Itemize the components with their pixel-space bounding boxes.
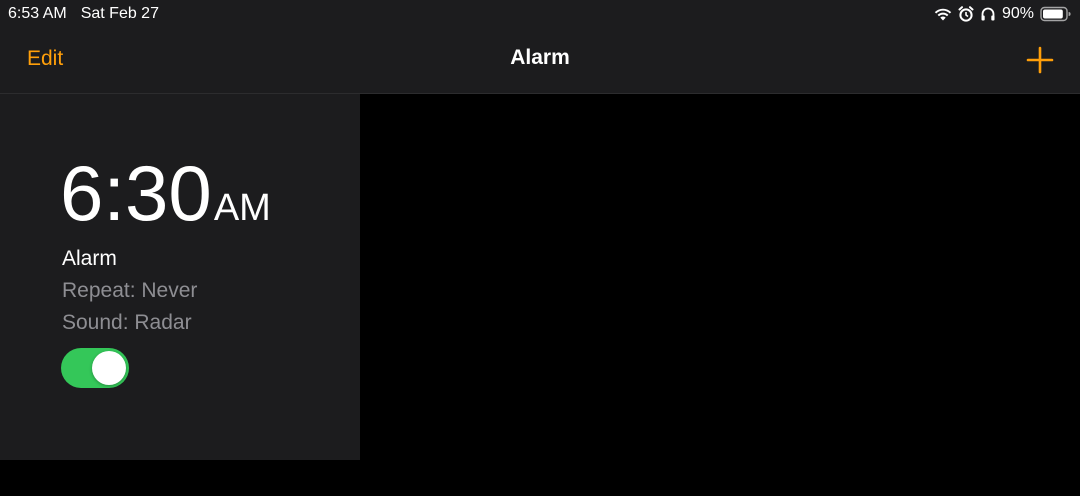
status-bar: 6:53 AM Sat Feb 27 90%: [0, 0, 1080, 28]
headphones-icon: [980, 6, 996, 22]
alarm-card[interactable]: 6:30 AM Alarm Repeat: Never Sound: Radar: [0, 94, 360, 460]
alarm-clock-icon: [958, 6, 974, 22]
status-left: 6:53 AM Sat Feb 27: [0, 5, 159, 23]
alarm-toggle[interactable]: [61, 348, 129, 388]
nav-bar: Edit Alarm: [0, 28, 1080, 94]
alarm-label: Alarm: [62, 247, 117, 270]
battery-percent: 90%: [1001, 5, 1034, 22]
toggle-knob: [92, 351, 126, 385]
alarm-time: 6:30 AM: [60, 154, 271, 232]
status-right: 90%: [928, 5, 1080, 23]
alarm-repeat: Repeat: Never: [62, 279, 198, 302]
alarm-period: AM: [213, 187, 271, 229]
wifi-icon: [934, 7, 952, 21]
plus-icon: [1026, 46, 1054, 74]
alarm-time-value: 6:30: [60, 149, 212, 237]
alarm-screen: 6:53 AM Sat Feb 27 90% Edit Alarm 6:30 A…: [0, 0, 1080, 496]
status-time: 6:53 AM: [8, 5, 67, 22]
add-alarm-button[interactable]: [1026, 46, 1054, 74]
page-title: Alarm: [510, 46, 570, 69]
battery-icon: [1040, 6, 1072, 22]
status-date: Sat Feb 27: [80, 5, 159, 22]
alarm-sound: Sound: Radar: [62, 311, 192, 334]
